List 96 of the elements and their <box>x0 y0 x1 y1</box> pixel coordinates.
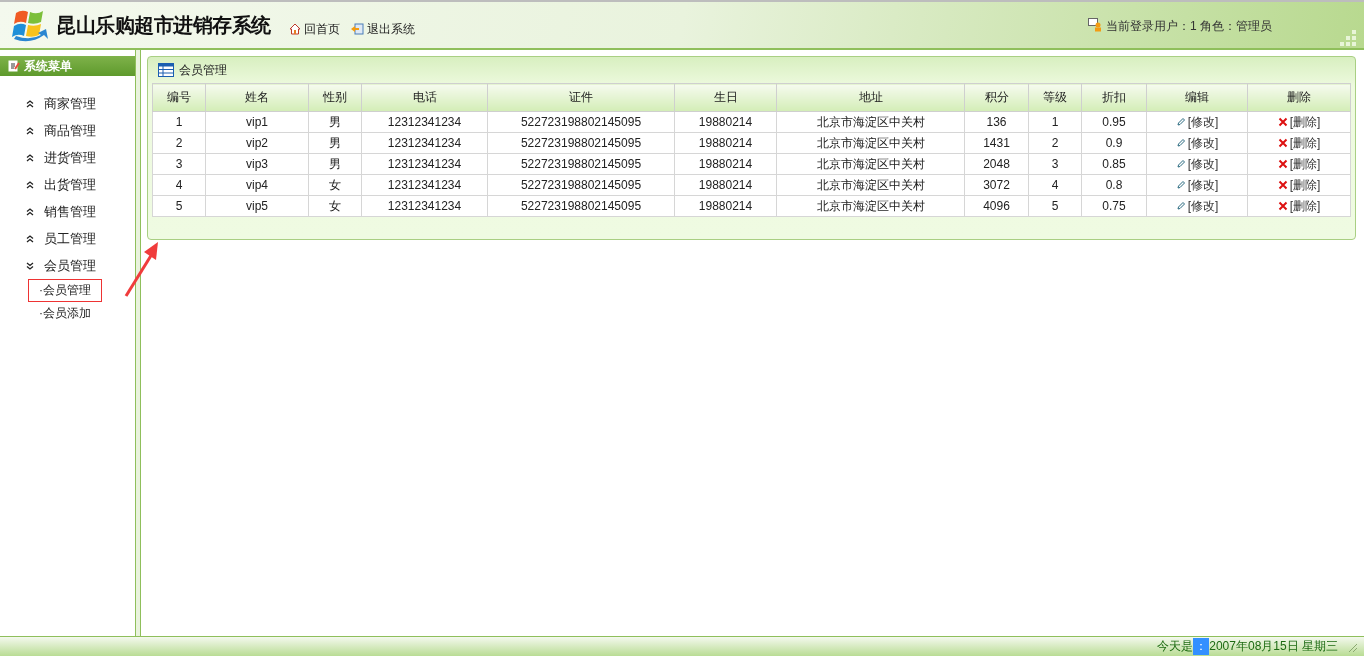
table-cell: 522723198802145095 <box>487 111 675 133</box>
table-cell: vip2 <box>205 132 309 154</box>
close-icon <box>1277 180 1288 190</box>
table-cell: 19880214 <box>674 132 777 154</box>
table-cell: 12312341234 <box>361 153 488 175</box>
current-user-info: 当前登录用户：1 角色：管理员 <box>1106 17 1272 35</box>
column-header: 删除 <box>1247 83 1351 112</box>
table-cell: 2 <box>152 132 206 154</box>
selected-separator: ： <box>1193 638 1210 655</box>
table-cell: 女 <box>308 195 362 217</box>
table-cell: 136 <box>964 111 1029 133</box>
submenu-item[interactable]: ·会员添加 <box>28 302 102 325</box>
close-icon <box>1277 138 1288 148</box>
table-cell: 4096 <box>964 195 1029 217</box>
table-cell: 男 <box>308 153 362 175</box>
table-cell: 北京市海淀区中关村 <box>776 174 965 196</box>
table-cell: 0.8 <box>1081 174 1147 196</box>
pencil-icon <box>1175 138 1186 148</box>
menu-item[interactable]: 会员管理 <box>0 252 136 279</box>
table-cell: 1 <box>1028 111 1082 133</box>
panel-title: 会员管理 <box>179 61 227 79</box>
menu-item[interactable]: 员工管理 <box>0 225 136 252</box>
pencil-icon <box>1175 180 1186 190</box>
menu-item[interactable]: 进货管理 <box>0 144 136 171</box>
column-header: 等级 <box>1028 83 1082 112</box>
table-cell: 3 <box>152 153 206 175</box>
table-cell: 12312341234 <box>361 132 488 154</box>
column-header: 地址 <box>776 83 965 112</box>
pencil-icon <box>1175 117 1186 127</box>
pencil-icon <box>1175 159 1186 169</box>
table-cell: 男 <box>308 132 362 154</box>
table-cell: 女 <box>308 174 362 196</box>
table-cell: 北京市海淀区中关村 <box>776 195 965 217</box>
table-cell: 3 <box>1028 153 1082 175</box>
table-cell: 北京市海淀区中关村 <box>776 153 965 175</box>
table-cell: 1431 <box>964 132 1029 154</box>
table-cell: 北京市海淀区中关村 <box>776 132 965 154</box>
close-icon <box>1277 159 1288 169</box>
table-cell: 0.9 <box>1081 132 1147 154</box>
pencil-icon <box>1175 201 1186 211</box>
table-cell: vip3 <box>205 153 309 175</box>
table-cell: 19880214 <box>674 174 777 196</box>
exit-link[interactable]: 退出系统 <box>349 20 415 38</box>
splitter-bar[interactable] <box>136 50 141 636</box>
table-cell: 0.85 <box>1081 153 1147 175</box>
table-cell: 12312341234 <box>361 174 488 196</box>
table-cell: vip5 <box>205 195 309 217</box>
close-icon <box>1277 117 1288 127</box>
submenu-item[interactable]: ·会员管理 <box>28 279 102 302</box>
column-header: 电话 <box>361 83 488 112</box>
table-cell: 0.95 <box>1081 111 1147 133</box>
table-cell: 5 <box>152 195 206 217</box>
menu-item[interactable]: 商品管理 <box>0 117 136 144</box>
table-cell: 522723198802145095 <box>487 153 675 175</box>
table-cell: 男 <box>308 111 362 133</box>
table-cell: 19880214 <box>674 195 777 217</box>
table-cell: 12312341234 <box>361 111 488 133</box>
app-title: 昆山乐购超市进销存系统 <box>56 12 271 38</box>
table-cell: 5 <box>1028 195 1082 217</box>
table-cell: 2 <box>1028 132 1082 154</box>
sidebar-title: 系统菜单 <box>24 57 72 75</box>
date-label: 今天是 <box>1157 638 1194 655</box>
column-header: 生日 <box>674 83 777 112</box>
table-cell: vip1 <box>205 111 309 133</box>
table-cell: 4 <box>152 174 206 196</box>
menu-item[interactable]: 销售管理 <box>0 198 136 225</box>
table-cell: 19880214 <box>674 111 777 133</box>
table-cell: vip4 <box>205 174 309 196</box>
table-cell: 1 <box>152 111 206 133</box>
home-link[interactable]: 回首页 <box>288 20 340 38</box>
table-cell: 0.75 <box>1081 195 1147 217</box>
house-icon <box>288 23 301 35</box>
column-header: 姓名 <box>205 83 309 112</box>
column-header: 积分 <box>964 83 1029 112</box>
menu-item[interactable]: 出货管理 <box>0 171 136 198</box>
user-icon <box>1088 18 1102 32</box>
column-header: 折扣 <box>1081 83 1147 112</box>
notepad-pencil-icon <box>8 60 20 72</box>
exit-arrow-icon <box>349 23 364 35</box>
column-header: 证件 <box>487 83 675 112</box>
table-cell: 2048 <box>964 153 1029 175</box>
table-icon <box>158 63 174 77</box>
table-cell: 12312341234 <box>361 195 488 217</box>
table-cell: 北京市海淀区中关村 <box>776 111 965 133</box>
table-cell: 522723198802145095 <box>487 174 675 196</box>
table-cell: 522723198802145095 <box>487 195 675 217</box>
current-date: 2007年08月15日 星期三 <box>1209 638 1338 655</box>
table-cell: 3072 <box>964 174 1029 196</box>
table-cell: 522723198802145095 <box>487 132 675 154</box>
column-header: 性别 <box>308 83 362 112</box>
table-cell: 4 <box>1028 174 1082 196</box>
close-icon <box>1277 201 1288 211</box>
menu-item[interactable]: 商家管理 <box>0 90 136 117</box>
table-cell: 19880214 <box>674 153 777 175</box>
column-header: 编辑 <box>1146 83 1248 112</box>
column-header: 编号 <box>152 83 206 112</box>
